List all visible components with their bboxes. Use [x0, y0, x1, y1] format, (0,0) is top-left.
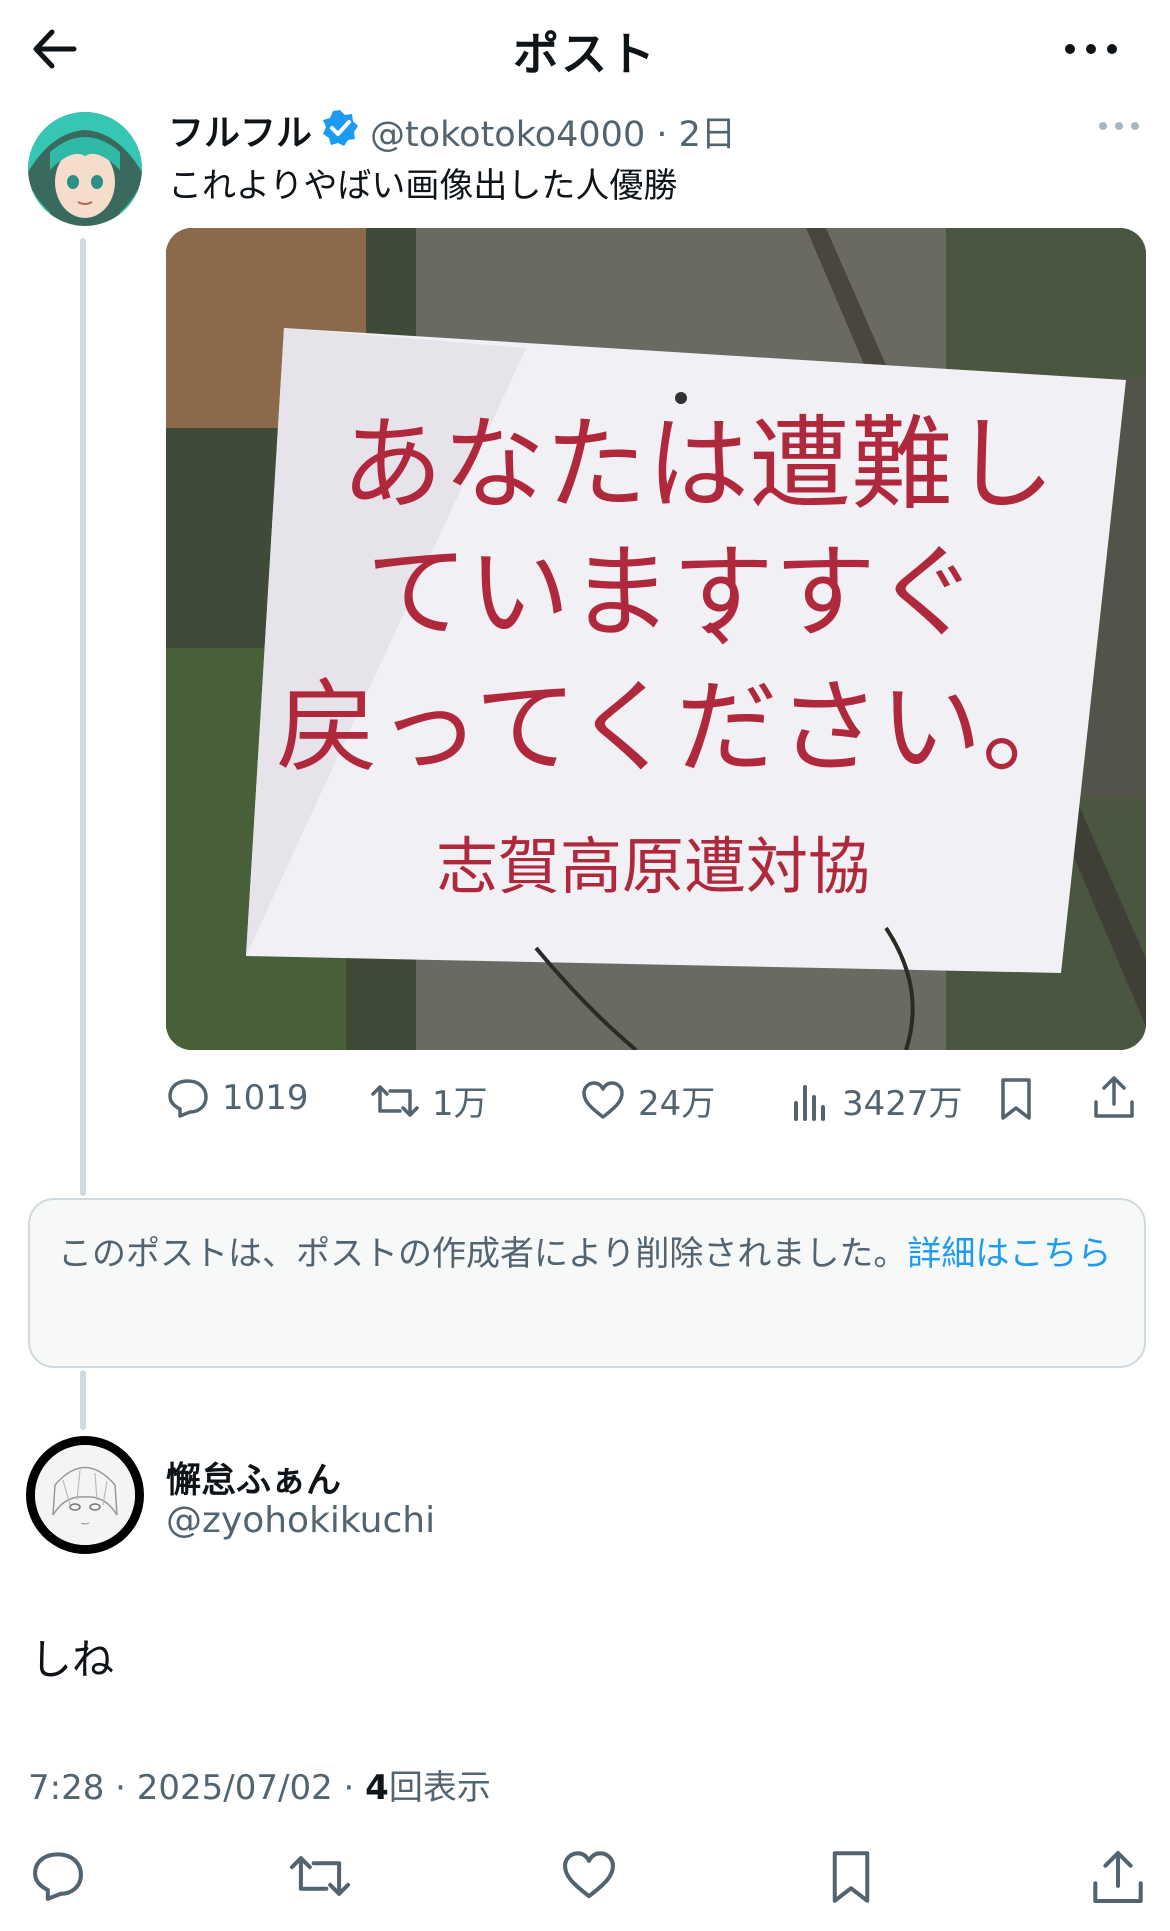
deleted-notice-text: このポストは、ポストの作成者により削除されました。	[58, 1234, 908, 1274]
thread-connector-line	[80, 1370, 86, 1430]
reply-count: 1019	[222, 1078, 309, 1118]
post-image[interactable]: あなたは遭難し ていますすぐ 、 戻ってください。 志賀高原遭対協	[166, 228, 1146, 1050]
retweet-button[interactable]: 1万	[370, 1076, 488, 1125]
share-button[interactable]	[1090, 1848, 1146, 1906]
share-icon	[1094, 1076, 1134, 1118]
retweet-count: 1万	[432, 1084, 488, 1124]
author-handle[interactable]: @zyohokikuchi	[166, 1500, 435, 1541]
more-options-button[interactable]	[1056, 22, 1126, 76]
sign-text-line-2: ていますすぐ	[366, 534, 978, 653]
bookmark-button[interactable]	[996, 1076, 1036, 1122]
bookmark-icon	[1001, 1078, 1031, 1120]
post-more-button[interactable]	[1096, 114, 1142, 138]
heart-icon	[563, 1851, 615, 1899]
post-text: これよりやばい画像出した人優勝	[168, 166, 678, 206]
views-button[interactable]: 3427万	[790, 1076, 963, 1125]
bookmark-button[interactable]	[826, 1848, 876, 1906]
post-meta: 7:28 · 2025/07/02 · 4回表示	[28, 1760, 491, 1809]
author-name[interactable]: フルフル	[168, 104, 312, 156]
post-timestamp: 7:28 · 2025/07/02 ·	[28, 1768, 366, 1808]
views-chart-icon	[794, 1084, 825, 1121]
views-count: 3427万	[842, 1084, 963, 1124]
thread-connector-line	[80, 238, 86, 1196]
verified-badge-icon	[320, 108, 360, 148]
sign-signature: 志賀高原遭対協	[436, 830, 870, 903]
retweet-button[interactable]	[288, 1848, 352, 1904]
avatar[interactable]	[28, 112, 142, 226]
more-horizontal-icon	[1065, 44, 1117, 54]
avatar[interactable]	[26, 1436, 144, 1554]
deleted-post-notice: このポストは、ポストの作成者により削除されました。詳細はこちら	[28, 1198, 1146, 1368]
sign-text-line-1: あなたは遭難し	[341, 406, 1055, 525]
learn-more-link[interactable]: 詳細はこちら	[907, 1234, 1111, 1274]
post-text: しね	[30, 1635, 115, 1684]
retweet-icon	[371, 1084, 419, 1117]
sign-text-comma: 、	[701, 566, 781, 659]
bookmark-icon	[832, 1851, 870, 1903]
author-name[interactable]: 懈怠ふぁん	[166, 1452, 341, 1503]
like-button[interactable]: 24万	[580, 1076, 715, 1125]
reply-icon	[33, 1852, 83, 1901]
view-count: 4	[365, 1768, 389, 1808]
reply-icon	[168, 1079, 208, 1118]
page-title: ポスト	[513, 27, 657, 81]
sketch-character-avatar-image	[35, 1445, 135, 1545]
view-label: 回表示	[388, 1768, 491, 1808]
retweet-icon	[289, 1856, 351, 1896]
reply-button[interactable]: 1019	[166, 1076, 309, 1120]
heart-icon	[582, 1080, 624, 1119]
like-count: 24万	[638, 1084, 716, 1124]
more-horizontal-icon	[1099, 122, 1139, 130]
reply-button[interactable]	[30, 1848, 86, 1904]
share-button[interactable]	[1092, 1074, 1136, 1120]
share-icon	[1093, 1851, 1143, 1903]
sign-on-tree-photo: あなたは遭難し ていますすぐ 、 戻ってください。 志賀高原遭対協	[166, 228, 1146, 1050]
sign-text-line-3: 戻ってください。	[276, 669, 1084, 788]
like-button[interactable]	[560, 1848, 618, 1904]
anime-character-avatar-image	[28, 112, 142, 226]
author-handle-and-time[interactable]: @tokotoko4000 · 2日	[370, 106, 736, 157]
